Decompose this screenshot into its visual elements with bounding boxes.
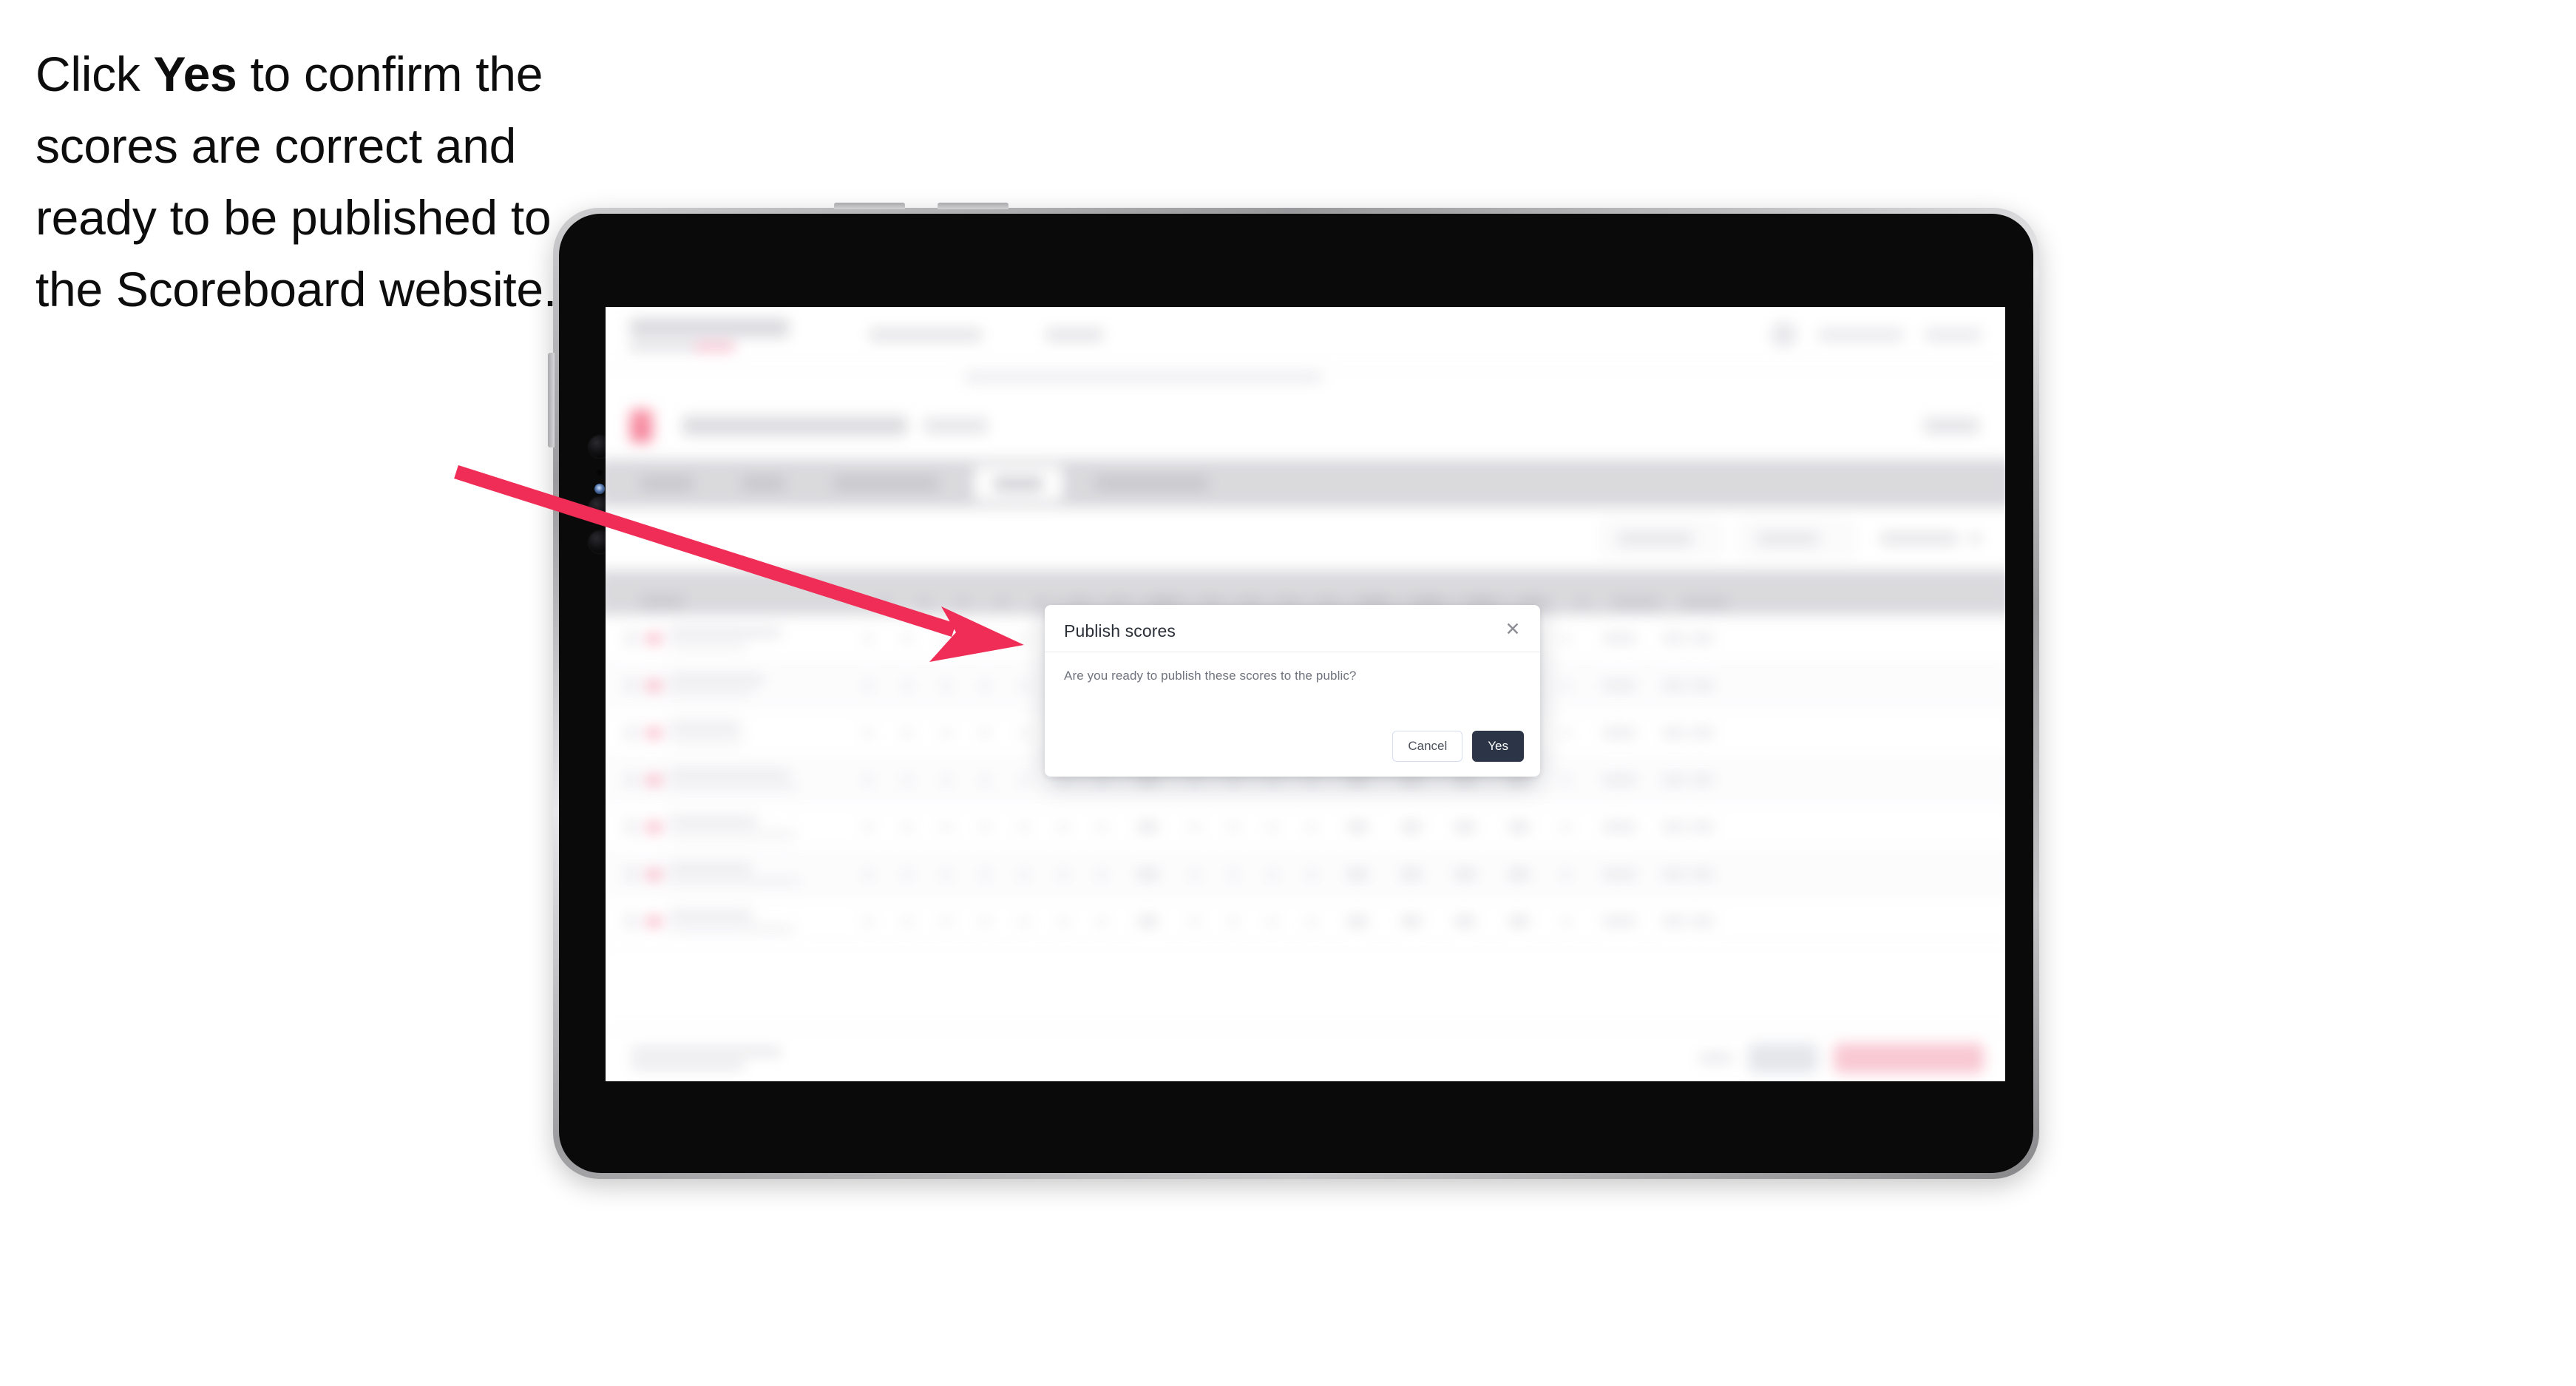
volume-up-button[interactable]: [834, 203, 905, 209]
dialog-message: Are you ready to publish these scores to…: [1064, 669, 1357, 683]
dialog-body: Are you ready to publish these scores to…: [1045, 652, 1540, 683]
flash-icon: [594, 484, 605, 494]
instruction-text: Click Yes to confirm the scores are corr…: [35, 38, 597, 325]
dialog-footer: Cancel Yes: [1392, 731, 1524, 762]
volume-down-button[interactable]: [938, 203, 1009, 209]
cancel-button[interactable]: Cancel: [1392, 731, 1463, 762]
microphone-icon: [597, 470, 603, 476]
instruction-emphasis: Yes: [153, 47, 237, 101]
instruction-part-1: Click: [35, 47, 154, 101]
dialog-title: Publish scores: [1064, 621, 1176, 640]
dialog-header: Publish scores ✕: [1045, 605, 1540, 652]
tablet-screen: Publish scores ✕ Are you ready to publis…: [606, 307, 2005, 1081]
close-icon[interactable]: ✕: [1502, 618, 1524, 640]
yes-button[interactable]: Yes: [1472, 731, 1524, 762]
power-button[interactable]: [548, 353, 555, 447]
publish-scores-dialog: Publish scores ✕ Are you ready to publis…: [1045, 605, 1540, 777]
